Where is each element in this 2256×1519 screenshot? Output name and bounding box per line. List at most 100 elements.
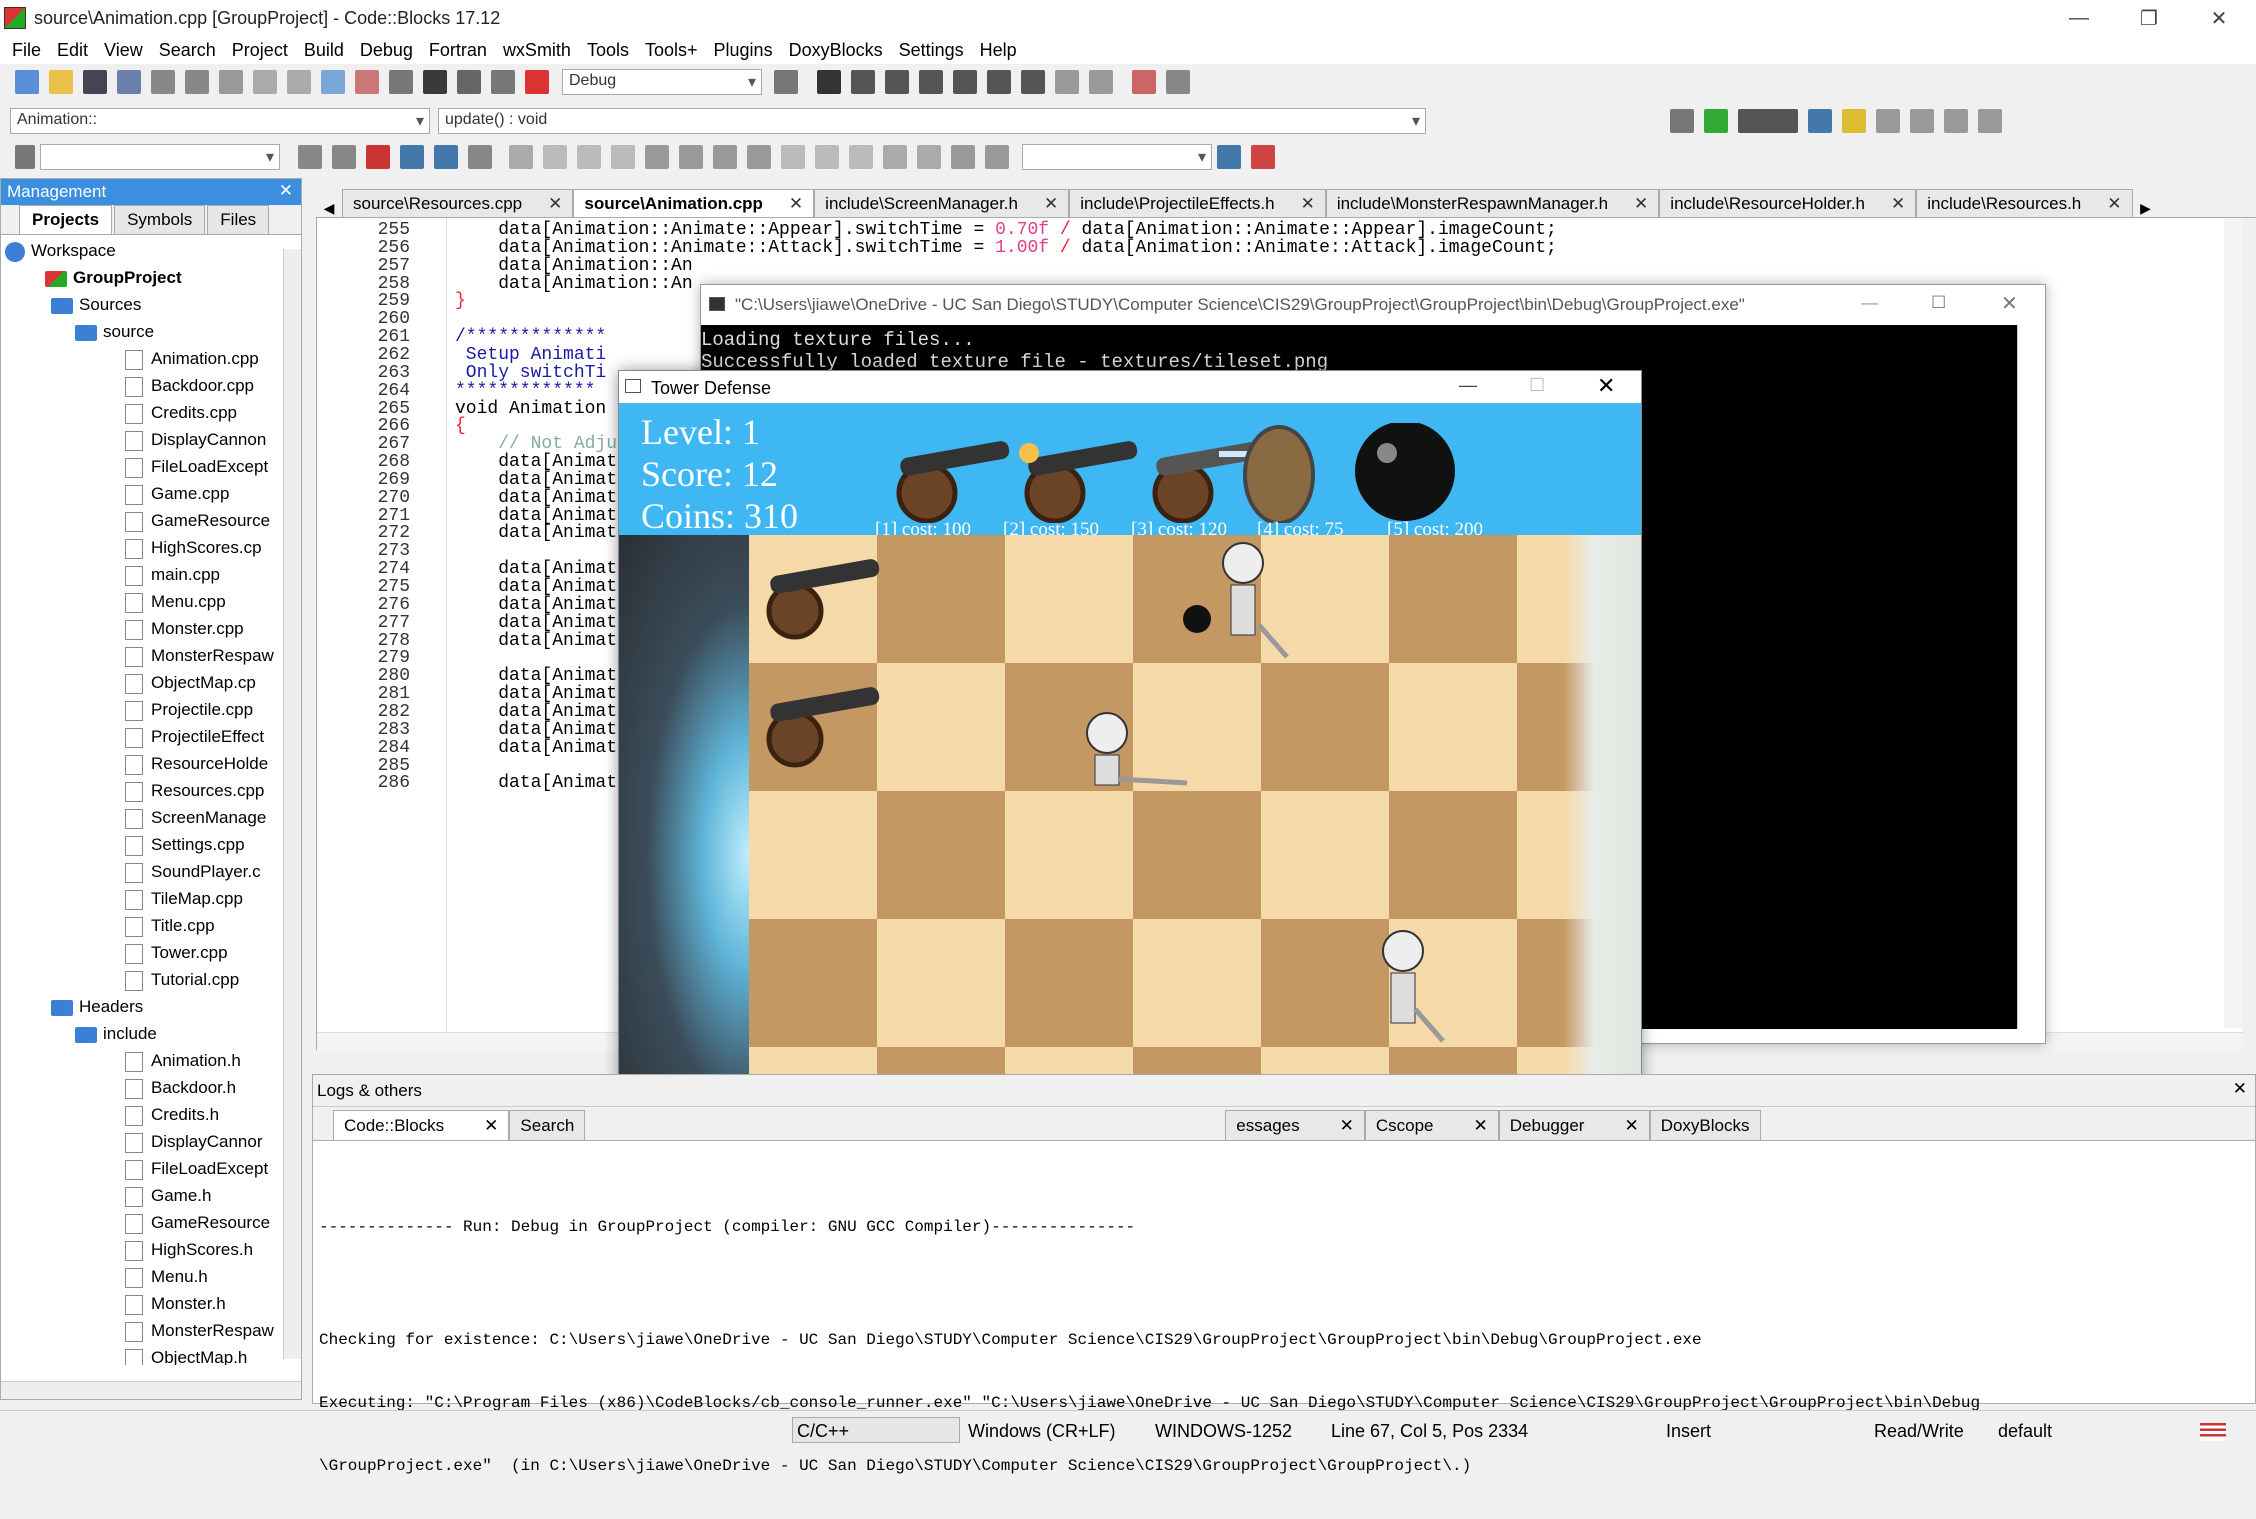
tree-folder-headers-item[interactable]: Headers [51,993,143,1020]
tab-close-icon[interactable]: ✕ [1634,194,1648,214]
tree-file-item[interactable]: FileLoadExcept [125,453,268,480]
tab-animation-cpp[interactable]: source\Animation.cpp ✕ [573,189,815,217]
menu-edit[interactable]: Edit [57,40,88,61]
build-run-icon[interactable] [457,70,481,94]
tab-search-results[interactable]: Search [509,1110,586,1140]
tab-resources-h[interactable]: include\Resources.h ✕ [1916,189,2133,217]
step-out-icon[interactable] [953,70,977,94]
tab-codeblocks-log[interactable]: Code::Blocks ✕ [333,1110,510,1140]
debug-info-icon[interactable] [1166,70,1190,94]
paste-icon[interactable] [287,70,311,94]
find-icon[interactable] [321,70,345,94]
layout-3-icon[interactable] [713,145,737,169]
tree-file-item[interactable]: Game.h [125,1182,211,1209]
target-settings-icon[interactable] [774,70,798,94]
stop-debug-icon[interactable] [1089,70,1113,94]
tree-hscrollbar[interactable] [1,1381,301,1399]
tab-doxyblocks[interactable]: DoxyBlocks [1649,1110,1761,1140]
tree-file-item[interactable]: Backdoor.cpp [125,372,254,399]
tree-file-item[interactable]: Credits.h [125,1101,219,1128]
secondary-search-combo[interactable] [1022,144,1212,170]
zoom-out-icon[interactable] [917,145,941,169]
build-settings-icon[interactable] [389,70,413,94]
extract-docs-icon[interactable] [1704,109,1728,133]
debug-start-icon[interactable] [817,70,841,94]
tree-folder-sources-item[interactable]: Sources [51,291,141,318]
image-icon[interactable] [577,145,601,169]
build-target-select[interactable]: Debug [562,69,762,95]
tab-close-icon[interactable]: ✕ [1340,1116,1354,1136]
c-icon[interactable] [985,145,1009,169]
zoom-in-icon[interactable] [883,145,907,169]
tree-file-item[interactable]: main.cpp [125,561,220,588]
tab-screenmanager-h[interactable]: include\ScreenManager.h ✕ [814,189,1070,217]
search-icon[interactable] [1217,145,1241,169]
run-to-cursor-icon[interactable] [851,70,875,94]
menu-debug[interactable]: Debug [360,40,413,61]
console-minimize-button[interactable]: — [1861,293,1878,313]
menu-help[interactable]: Help [980,40,1017,61]
tree-file-item[interactable]: SoundPlayer.c [125,858,261,885]
tab-build-messages[interactable]: essages ✕ [1225,1110,1365,1140]
management-close-button[interactable]: ✕ [279,181,293,201]
menu-build[interactable]: Build [304,40,344,61]
back-icon[interactable] [298,145,322,169]
game-close-button[interactable]: ✕ [1597,373,1615,399]
console-scrollbar[interactable] [2017,325,2045,1029]
tree-file-item[interactable]: HighScores.h [125,1236,253,1263]
layout-1-icon[interactable] [645,145,669,169]
tree-file-item[interactable]: TileMap.cpp [125,885,243,912]
next-line-icon[interactable] [885,70,909,94]
tabs-right-arrow-icon[interactable]: ▶ [2133,200,2159,217]
tab-close-icon[interactable]: ✕ [1624,1116,1638,1136]
tree-file-item[interactable]: Animation.cpp [125,345,259,372]
s-icon[interactable] [951,145,975,169]
restore-button[interactable]: ❐ [2114,0,2184,36]
tree-file-item[interactable]: Game.cpp [125,480,229,507]
menu-view[interactable]: View [104,40,143,61]
rectangle-icon[interactable] [543,145,567,169]
clear-icon[interactable] [15,145,35,169]
layout-4-icon[interactable] [747,145,771,169]
tree-file-item[interactable]: DisplayCannor [125,1128,263,1155]
scope-select[interactable]: Animation:: [10,108,430,134]
minimize-button[interactable]: — [2044,0,2114,36]
tree-file-item[interactable]: MonsterRespaw [125,1317,274,1344]
tab-monsterrespawnmanager-h[interactable]: include\MonsterRespawnManager.h ✕ [1325,189,1660,217]
tree-file-item[interactable]: Backdoor.h [125,1074,236,1101]
console-maximize-button[interactable]: ☐ [1931,293,1946,313]
save-icon[interactable] [83,70,107,94]
redo-icon[interactable] [185,70,209,94]
tree-file-item[interactable]: ObjectMap.cp [125,669,256,696]
line-comment-icon[interactable] [1808,109,1832,133]
tab-files[interactable]: Files [207,205,270,234]
select-icon[interactable] [400,145,424,169]
console-close-button[interactable]: ✕ [2001,291,2018,316]
tree-file-item[interactable]: Monster.cpp [125,615,244,642]
tree-file-item[interactable]: Settings.cpp [125,831,245,858]
menu-settings[interactable]: Settings [899,40,964,61]
run-icon[interactable] [423,70,447,94]
highlight-icon[interactable] [366,145,390,169]
menu-wxsmith[interactable]: wxSmith [503,40,571,61]
tab-close-icon[interactable]: ✕ [1301,194,1315,214]
save-all-icon[interactable] [117,70,141,94]
tree-project-item[interactable]: GroupProject [45,264,182,291]
font-icon[interactable] [434,145,458,169]
debug-windows-icon[interactable] [1132,70,1156,94]
tab-close-icon[interactable]: ✕ [484,1116,498,1136]
layout-5-icon[interactable] [781,145,805,169]
tab-close-icon[interactable]: ✕ [2107,194,2121,214]
menu-tools[interactable]: Tools [587,40,629,61]
tab-resourceholder-h[interactable]: include\ResourceHolder.h ✕ [1659,189,1917,217]
search-combo[interactable] [40,144,280,170]
game-maximize-button[interactable]: ☐ [1529,375,1545,396]
tree-file-item[interactable]: Resources.cpp [125,777,264,804]
copy-icon[interactable] [253,70,277,94]
open-folder-icon[interactable] [49,70,73,94]
forward-icon[interactable] [332,145,356,169]
tree-file-item[interactable]: FileLoadExcept [125,1155,268,1182]
replace-icon[interactable] [355,70,379,94]
menu-project[interactable]: Project [232,40,288,61]
tree-vscrollbar[interactable] [283,249,301,1359]
